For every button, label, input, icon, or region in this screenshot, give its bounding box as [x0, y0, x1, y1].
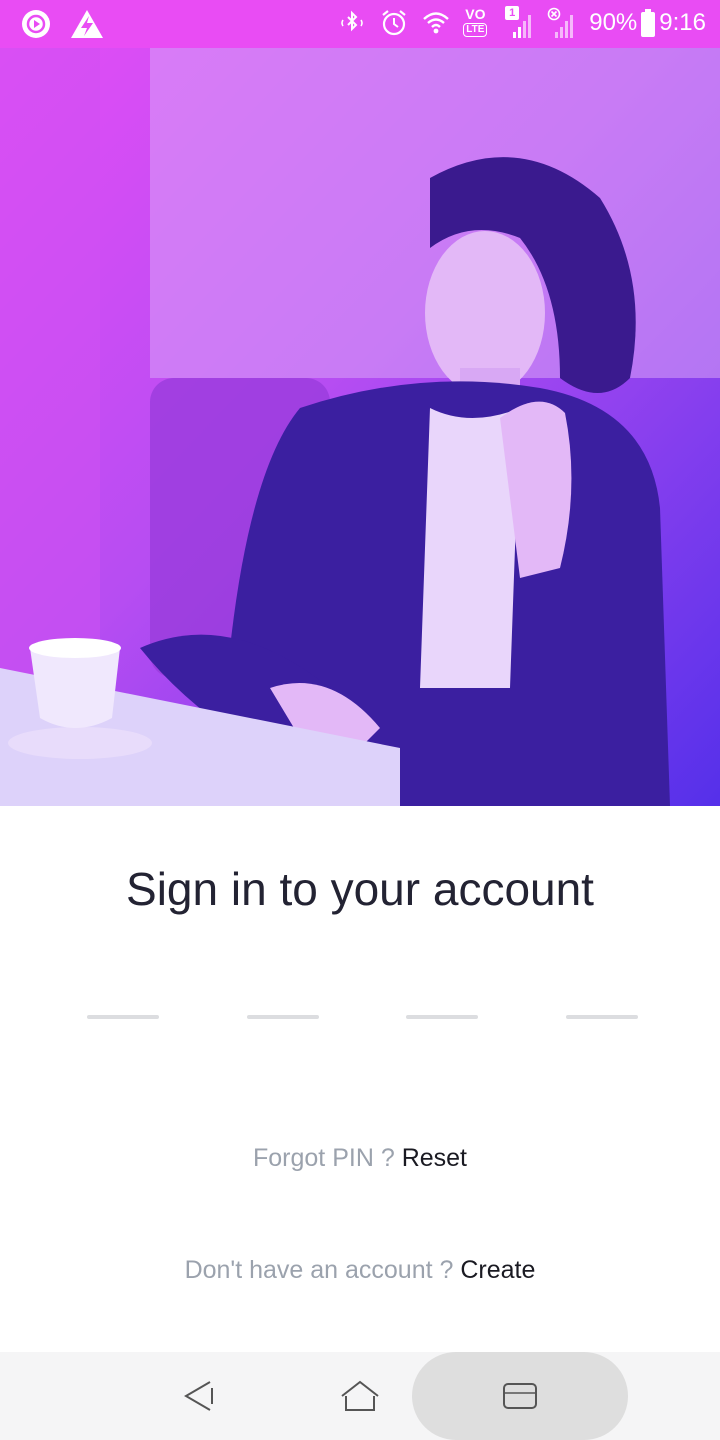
forgot-pin-row: Forgot PIN ? Reset — [0, 1144, 720, 1173]
reset-link[interactable]: Reset — [402, 1144, 467, 1172]
pin-digit-3[interactable] — [406, 1015, 478, 1019]
battery-icon — [641, 9, 656, 37]
play-circle-icon — [20, 8, 52, 40]
back-button[interactable] — [160, 1352, 240, 1440]
wifi-icon — [421, 8, 451, 38]
status-bar: VO LTE 1 90% 9:16 — [0, 0, 720, 48]
alarm-icon — [379, 8, 409, 38]
create-account-row: Don't have an account ? Create — [0, 1256, 720, 1285]
clock: 9:16 — [659, 9, 706, 36]
back-icon — [182, 1378, 218, 1414]
pin-input-group — [87, 1015, 639, 1021]
hero-photo-illustration — [0, 48, 720, 806]
pin-digit-4[interactable] — [566, 1015, 638, 1019]
bluetooth-icon — [337, 8, 367, 38]
home-button[interactable] — [320, 1352, 400, 1440]
battery-percent: 90% — [589, 9, 638, 36]
home-icon — [340, 1378, 380, 1414]
signal-disabled-icon — [547, 6, 577, 40]
volte-icon: VO LTE — [463, 6, 493, 40]
status-right-icons: VO LTE 1 90% 9:16 — [337, 6, 706, 40]
forgot-pin-prompt: Forgot PIN ? — [253, 1144, 395, 1172]
lightning-triangle-icon — [70, 9, 104, 39]
recents-button[interactable] — [480, 1352, 560, 1440]
no-account-prompt: Don't have an account ? — [184, 1256, 454, 1284]
signal-icon: 1 — [505, 6, 535, 40]
status-left-icons — [20, 8, 104, 40]
pin-digit-2[interactable] — [247, 1015, 319, 1019]
pin-digit-1[interactable] — [87, 1015, 159, 1019]
hero-image — [0, 48, 720, 806]
volte-label: VO — [465, 6, 486, 22]
navigation-bar — [0, 1352, 720, 1440]
lte-label: LTE — [463, 23, 488, 37]
recents-icon — [502, 1381, 538, 1411]
page-title: Sign in to your account — [126, 863, 594, 915]
create-link[interactable]: Create — [460, 1256, 535, 1284]
